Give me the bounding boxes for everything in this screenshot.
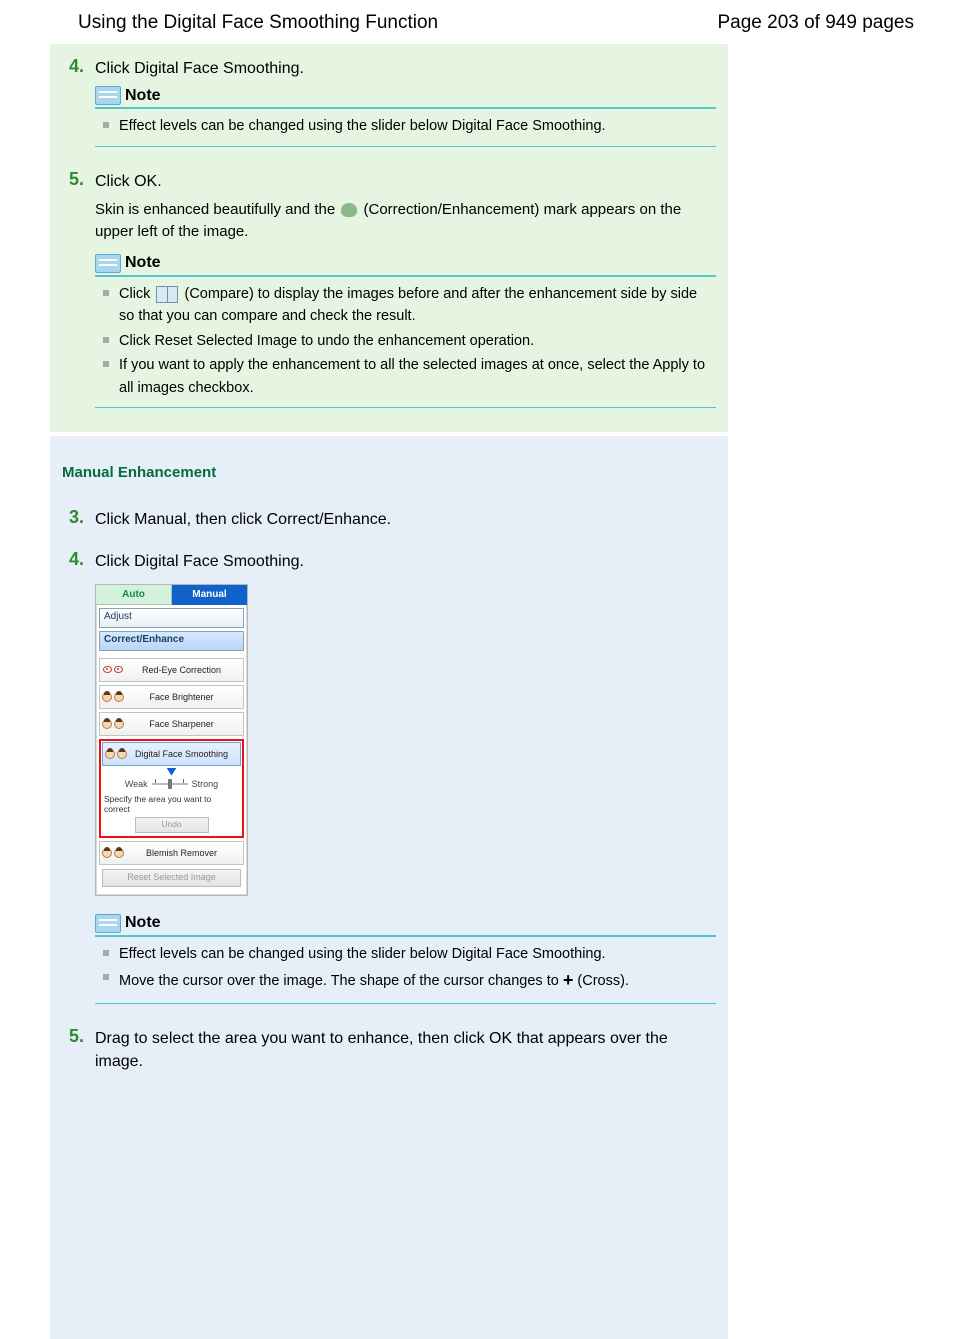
step-4: 4. Click Digital Face Smoothing. [69, 56, 716, 80]
tool-digital-face-smoothing[interactable]: Digital Face Smoothing [102, 742, 241, 766]
step-number: 4. [69, 549, 91, 570]
undo-button[interactable]: Undo [135, 817, 209, 833]
effect-slider[interactable] [152, 779, 188, 789]
page-indicator: Page 203 of 949 pages [717, 12, 914, 34]
digital-face-smoothing-highlight: Digital Face Smoothing Weak Strong Speci… [99, 739, 244, 838]
face-brightener-icon [100, 692, 126, 702]
compare-icon [156, 286, 178, 303]
note-item: Click (Compare) to display the images be… [117, 283, 716, 328]
note-title: Note [125, 87, 161, 105]
tab-manual[interactable]: Manual [172, 585, 247, 605]
note-icon [95, 254, 121, 273]
tab-auto[interactable]: Auto [96, 585, 172, 605]
manual-section: Manual Enhancement 3. Click Manual, then… [50, 436, 728, 1339]
note-icon [95, 86, 121, 105]
auto-section: 4. Click Digital Face Smoothing. Note Ef… [50, 44, 728, 432]
slider-strong-label: Strong [192, 779, 219, 789]
step-text: Drag to select the area you want to enha… [95, 1026, 716, 1073]
step-5-manual: 5. Drag to select the area you want to e… [69, 1026, 716, 1073]
page-header: Using the Digital Face Smoothing Functio… [0, 0, 954, 44]
page-title: Using the Digital Face Smoothing Functio… [78, 12, 438, 34]
note-item: Effect levels can be changed using the s… [117, 943, 716, 965]
note-title: Note [125, 914, 161, 932]
step-text: Click Manual, then click Correct/Enhance… [95, 507, 391, 531]
face-sharpener-icon [100, 719, 126, 729]
step-3: 3. Click Manual, then click Correct/Enha… [69, 507, 716, 531]
step-number: 3. [69, 507, 91, 528]
slider-weak-label: Weak [125, 779, 148, 789]
step-text: Click OK. [95, 169, 162, 193]
step-4-manual: 4. Click Digital Face Smoothing. [69, 549, 716, 573]
reset-selected-image-button[interactable]: Reset Selected Image [102, 869, 241, 887]
correct-enhance-button[interactable]: Correct/Enhance [99, 631, 244, 651]
enhancement-panel: Auto Manual Adjust Correct/Enhance Red-E… [95, 584, 248, 896]
note-box-1: Note Effect levels can be changed using … [95, 86, 716, 146]
step-text: Click Digital Face Smoothing. [95, 56, 304, 80]
blemish-remover-icon [100, 848, 126, 858]
manual-enhancement-heading: Manual Enhancement [62, 464, 716, 481]
arrow-down-icon [167, 768, 177, 776]
tool-blemish-remover[interactable]: Blemish Remover [99, 841, 244, 865]
step-number: 5. [69, 169, 91, 190]
adjust-button[interactable]: Adjust [99, 608, 244, 628]
note-title: Note [125, 254, 161, 272]
face-smoothing-icon [103, 749, 129, 759]
step-number: 5. [69, 1026, 91, 1047]
note-box-2: Note Click (Compare) to display the imag… [95, 254, 716, 408]
step-5-description: Skin is enhanced beautifully and the (Co… [95, 199, 716, 244]
note-item: If you want to apply the enhancement to … [117, 354, 716, 399]
step-text: Click Digital Face Smoothing. [95, 549, 304, 573]
cross-cursor-icon: + [563, 967, 574, 995]
note-icon [95, 914, 121, 933]
note-item: Click Reset Selected Image to undo the e… [117, 330, 716, 352]
note-item: Move the cursor over the image. The shap… [117, 967, 716, 995]
tool-face-sharpener[interactable]: Face Sharpener [99, 712, 244, 736]
note-item: Effect levels can be changed using the s… [117, 115, 716, 137]
note-box-3: Note Effect levels can be changed using … [95, 914, 716, 1004]
tool-face-brightener[interactable]: Face Brightener [99, 685, 244, 709]
step-5: 5. Click OK. [69, 169, 716, 193]
step-number: 4. [69, 56, 91, 77]
specify-text: Specify the area you want to correct [102, 794, 241, 814]
redeye-icon [100, 666, 126, 673]
tool-redeye[interactable]: Red-Eye Correction [99, 658, 244, 682]
correction-enhancement-icon [341, 203, 357, 217]
